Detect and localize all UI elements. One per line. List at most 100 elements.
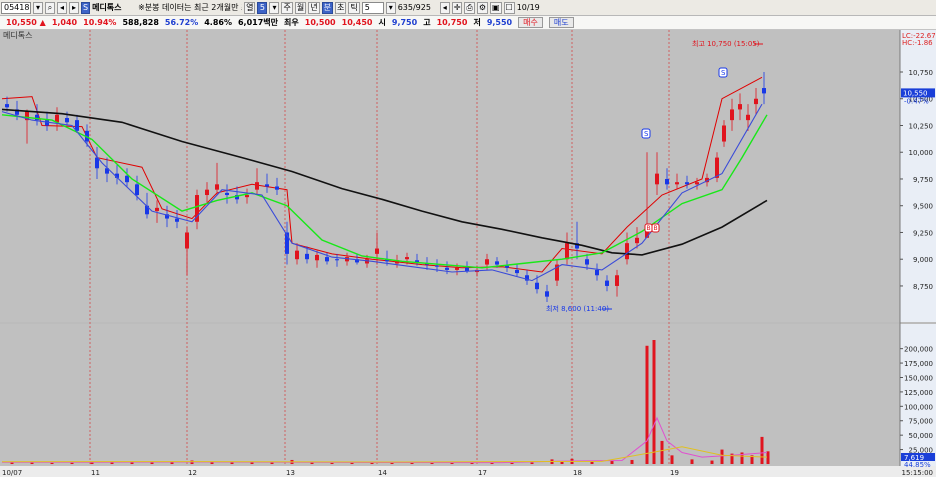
current-price-sub: -0.47% [904, 97, 929, 105]
current-price: 10,550 ▲ [6, 18, 46, 27]
volume-bar-35 [660, 440, 664, 464]
candle-body-37 [375, 248, 379, 254]
b-marker-1: B [654, 225, 658, 232]
candle-body-69 [695, 182, 699, 185]
period-month-button[interactable]: 월 [294, 1, 307, 14]
scroll-left-button[interactable]: ◂ [439, 1, 450, 14]
hc-label: HC:-1.86 [902, 39, 933, 47]
candle-body-56 [565, 243, 569, 260]
data-count: 635/925 [397, 3, 431, 12]
price-tick-0: 10,750 [909, 69, 934, 77]
price-change: 1,040 [51, 18, 78, 27]
candle-body-6 [65, 118, 69, 123]
candle-body-68 [685, 182, 689, 185]
volume-tick-4: 100,000 [904, 403, 933, 411]
candle-body-66 [665, 178, 669, 185]
gear-icon: ⚙ [478, 3, 486, 12]
candle-body-51 [515, 269, 519, 274]
lock-icon: ▣ [491, 3, 500, 12]
volume-bar-33 [645, 345, 649, 464]
volume-tick-6: 50,000 [909, 432, 934, 440]
volume-tick-1: 175,000 [904, 360, 933, 368]
buy-button[interactable]: 매수 [518, 17, 543, 28]
search-button[interactable]: ⌕ [45, 1, 55, 14]
minute-value-button[interactable]: 5 [257, 1, 268, 14]
candle-body-76 [754, 98, 758, 105]
candle-body-75 [746, 114, 750, 121]
candle-body-31 [315, 254, 319, 261]
candle-body-46 [465, 267, 469, 271]
candle-body-26 [265, 184, 269, 187]
period-tick-button[interactable]: 틱 [348, 1, 360, 14]
price-chart-svg[interactable]: 10,75010,50010,25010,0009,7509,5009,2509… [0, 30, 936, 477]
price-tick-5: 9,500 [913, 203, 933, 211]
price-tick-4: 9,750 [913, 176, 933, 184]
high-value: 10,750 [436, 18, 468, 27]
tick-value-input[interactable]: 5 [361, 1, 384, 14]
prev-label: 최우 [284, 18, 299, 27]
minute-dropdown-button[interactable]: ▾ [269, 1, 280, 14]
volume-bar-34 [652, 340, 656, 464]
triangle-left-icon: ◂ [442, 3, 447, 12]
search-icon: ⌕ [47, 2, 53, 12]
volume-bar-43 [760, 436, 764, 464]
current-price-badge: 10,550 [903, 89, 928, 97]
stock-code-input[interactable]: 05418 [1, 1, 31, 14]
chart-area: 10,750 10,500 10,250 10,000 9,750 9,500 9,250 9… [0, 30, 936, 477]
code-dropdown-button[interactable]: ▾ [33, 1, 43, 14]
volume-bar-38 [710, 460, 714, 464]
trade-amount: 6,017백만 [237, 18, 279, 27]
candle-body-20 [205, 189, 209, 196]
period-year-button[interactable]: 년 [308, 1, 320, 14]
open-value: 10,450 [341, 18, 373, 27]
prev-stock-button[interactable]: ◂ [57, 1, 67, 14]
candle-body-12 [125, 175, 129, 183]
candle-body-45 [455, 267, 459, 270]
chart-window: 05418 ▾ ⌕ ◂ ▸ S 메디톡스 ※분봉 데이터는 최근 2개월만 조 … [0, 0, 936, 477]
date-label-1: 11 [91, 469, 100, 477]
period-minute-button[interactable]: 분 [321, 1, 333, 14]
print-button[interactable]: ⎙ [464, 1, 475, 14]
date-axis-bg [0, 466, 936, 477]
open-label: 시 [378, 18, 386, 27]
volume-bar-39 [720, 449, 724, 464]
candle-body-67 [675, 182, 679, 185]
notice-text: ※분봉 데이터는 최근 2개월만 조 [138, 3, 243, 12]
chart-title: 메디톡스 [3, 31, 32, 40]
low-value: 9,750 [391, 18, 418, 27]
candle-body-61 [615, 275, 619, 286]
lock-button[interactable]: ▣ [489, 1, 502, 14]
period-second-button[interactable]: 초 [334, 1, 347, 14]
volume-bar-22 [450, 462, 454, 464]
arrow-right-icon: ▸ [71, 3, 76, 12]
low-label: 저 [473, 18, 481, 27]
volume-tick-2: 150,000 [904, 374, 933, 382]
crosshair-icon: ✛ [453, 3, 461, 12]
volume-badge-pct: 44.85% [904, 461, 931, 469]
s-marker-0: S [644, 130, 649, 138]
settings-button[interactable]: ⚙ [476, 1, 488, 14]
candle-body-58 [585, 259, 589, 265]
candle-body-30 [305, 253, 309, 260]
tick-dropdown-button[interactable]: ▾ [385, 1, 396, 14]
sell-button[interactable]: 매도 [548, 17, 574, 28]
chevron-down-icon: ▾ [388, 3, 393, 12]
close-value: 9,550 [486, 18, 513, 27]
volume-bar-26 [530, 462, 534, 464]
volume-bar-32 [630, 459, 634, 464]
candle-body-54 [545, 291, 549, 297]
candle-body-17 [175, 218, 179, 222]
volume-tick-3: 125,000 [904, 389, 933, 397]
date-checkbox[interactable]: ☐ [503, 1, 515, 14]
volume-bar-7 [150, 462, 154, 464]
volume-bar-8 [170, 462, 174, 464]
arrow-left-icon: ◂ [59, 3, 64, 12]
candle-body-49 [495, 261, 499, 265]
candle-body-29 [295, 250, 299, 260]
volume-bar-25 [510, 462, 514, 464]
next-stock-button[interactable]: ▸ [69, 1, 79, 14]
volume-bar-16 [330, 462, 334, 464]
period-week-button[interactable]: 주 [281, 1, 293, 14]
crosshair-button[interactable]: ✛ [451, 1, 463, 14]
candle-body-72 [722, 125, 726, 142]
